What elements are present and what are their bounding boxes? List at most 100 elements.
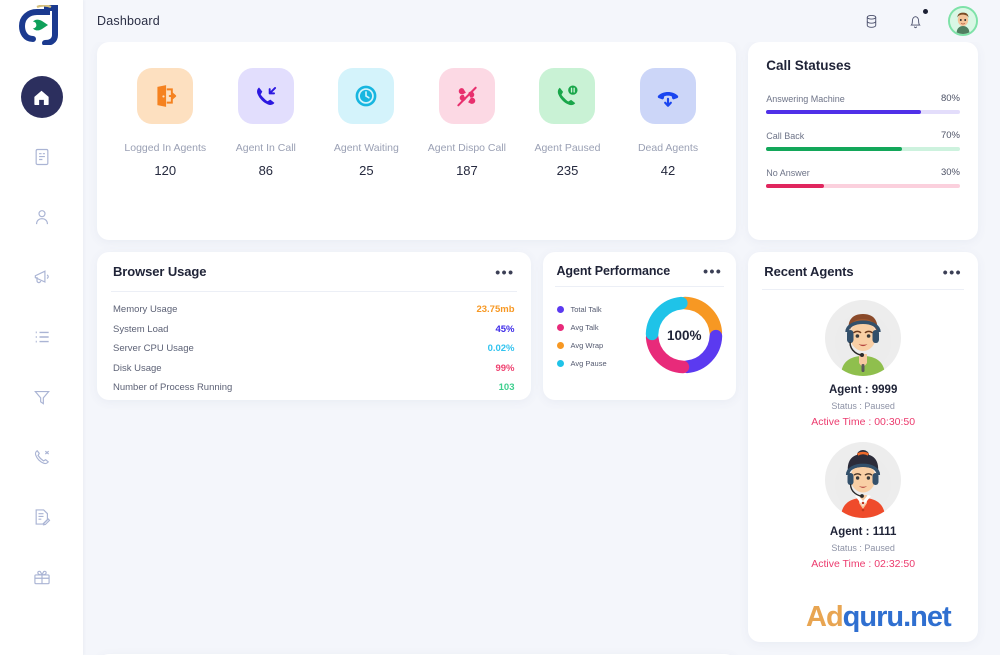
sidebar — [0, 0, 83, 655]
app-logo[interactable] — [15, 4, 69, 46]
performance-legend: Total Talk Avg Talk Avg Wrap Avg Pause — [556, 303, 607, 368]
legend-dot — [556, 341, 564, 349]
usage-label: Disk Usage — [113, 362, 162, 374]
stat-label: Logged In Agents — [124, 142, 207, 154]
usage-value: 99% — [495, 362, 515, 374]
stat-agent-waiting[interactable]: Agent Waiting 25 — [316, 68, 417, 240]
list-icon — [35, 331, 49, 343]
sidebar-item-filters[interactable] — [21, 376, 63, 418]
building-report-icon — [35, 148, 48, 166]
sidebar-item-scripts[interactable] — [21, 496, 63, 538]
usage-row: Disk Usage 99% — [113, 359, 515, 379]
funnel-icon — [33, 391, 50, 405]
usage-row: Number of Process Running 103 — [113, 378, 515, 398]
progress-fill — [766, 110, 922, 114]
database-icon[interactable] — [860, 10, 882, 32]
megaphone-icon — [34, 270, 49, 284]
home-icon — [34, 90, 49, 105]
sidebar-item-rewards[interactable] — [21, 556, 63, 598]
logout-door-icon — [157, 85, 177, 107]
usage-value: 45% — [495, 323, 515, 335]
progress-fill — [766, 147, 902, 151]
legend-item-total-talk: Total Talk — [556, 304, 607, 314]
agent-performance-title: Agent Performance — [556, 264, 671, 278]
stat-dead-agents[interactable]: Dead Agents 42 — [618, 68, 719, 240]
stat-icon-wrap — [539, 68, 596, 124]
call-missed-icon — [457, 86, 477, 107]
status-row-no-answer: No Answer 30% — [766, 167, 960, 188]
more-options-icon[interactable]: ••• — [703, 264, 722, 278]
legend-label: Avg Talk — [570, 322, 599, 332]
legend-item-avg-talk: Avg Talk — [556, 322, 607, 332]
donut-chart: 100% — [642, 293, 726, 377]
legend-label: Avg Pause — [570, 358, 607, 368]
stat-value: 120 — [154, 163, 177, 178]
stat-value: 86 — [258, 163, 274, 178]
stat-label: Agent Waiting — [333, 142, 399, 154]
browser-usage-card: Browser Usage ••• Memory Usage 23.75mb S… — [97, 252, 531, 400]
progress-track — [766, 110, 960, 114]
stat-icon-wrap — [438, 68, 495, 124]
stat-label: Agent Dispo Call — [427, 142, 507, 154]
legend-dot — [556, 305, 564, 313]
stat-value: 25 — [359, 163, 374, 178]
status-percent: 30% — [940, 167, 960, 178]
legend-item-avg-pause: Avg Pause — [556, 358, 607, 368]
status-label: Answering Machine — [766, 93, 845, 104]
row-top: Logged In Agents 120 Agent In Call 86 Ag… — [97, 42, 978, 240]
stat-icon-wrap — [338, 68, 395, 124]
usage-value: 103 — [498, 382, 515, 394]
status-row-answering-machine: Answering Machine 80% — [766, 93, 960, 114]
usage-label: System Load — [113, 323, 169, 335]
more-options-icon[interactable]: ••• — [943, 265, 962, 279]
stat-agent-paused[interactable]: Agent Paused 235 — [517, 68, 618, 240]
call-statuses-title: Call Statuses — [766, 58, 852, 73]
stat-icon-wrap — [137, 68, 194, 124]
main-area: Dashboard Logged In Agents 120 Agent In … — [83, 0, 1000, 655]
stat-label: Agent Paused — [534, 142, 601, 154]
more-options-icon[interactable]: ••• — [495, 265, 514, 279]
agent-status: Status : Paused — [831, 401, 895, 411]
sidebar-item-users[interactable] — [21, 196, 63, 238]
stat-label: Dead Agents — [637, 142, 699, 154]
sidebar-item-reports[interactable] — [21, 136, 63, 178]
agent-active-time: Active Time : 02:32:50 — [811, 558, 916, 570]
topbar: Dashboard — [83, 0, 1000, 42]
browser-usage-list: Memory Usage 23.75mb System Load 45% Ser… — [97, 292, 531, 398]
bell-icon[interactable] — [904, 9, 928, 32]
stat-logged-in-agents[interactable]: Logged In Agents 120 — [115, 68, 216, 240]
progress-track — [766, 184, 960, 188]
status-row-call-back: Call Back 70% — [766, 130, 960, 151]
topbar-actions — [860, 6, 978, 36]
status-label: Call Back — [766, 130, 805, 141]
page-title: Dashboard — [97, 14, 160, 28]
agent-name: Agent : 9999 — [828, 384, 898, 396]
sidebar-item-campaigns[interactable] — [21, 256, 63, 298]
avatar[interactable] — [948, 6, 978, 36]
status-percent: 80% — [940, 93, 960, 104]
stat-agent-in-call[interactable]: Agent In Call 86 — [216, 68, 317, 240]
stat-icon-wrap — [640, 68, 696, 124]
sidebar-item-lists[interactable] — [21, 316, 63, 358]
call-pause-icon — [558, 85, 578, 106]
notification-dot — [923, 9, 928, 14]
usage-label: Memory Usage — [113, 304, 178, 316]
call-statuses-card: Call Statuses Answering Machine 80% Call… — [748, 42, 978, 240]
gift-icon — [33, 570, 50, 585]
usage-label: Number of Process Running — [113, 382, 233, 394]
agent-card-2[interactable]: Agent : 1111 Status : Paused Active Time… — [748, 428, 978, 570]
status-label: No Answer — [766, 167, 810, 178]
agent-card-1[interactable]: Agent : 9999 Status : Paused Active Time… — [748, 290, 978, 428]
usage-label: Server CPU Usage — [113, 343, 194, 355]
sidebar-item-home[interactable] — [20, 76, 63, 118]
stat-agent-dispo-call[interactable]: Agent Dispo Call 187 — [417, 68, 518, 240]
dashboard-app: Dashboard Logged In Agents 120 Agent In … — [0, 0, 1000, 655]
legend-item-avg-wrap: Avg Wrap — [556, 341, 607, 350]
legend-label: Total Talk — [570, 304, 602, 314]
agent-name: Agent : 1111 — [829, 526, 897, 538]
recent-agents-card: Recent Agents ••• Agent: 9999 Status: … — [748, 252, 979, 642]
progress-track — [766, 147, 960, 151]
sidebar-item-calls[interactable] — [21, 436, 63, 478]
recent-agents-title: Recent Agents — [764, 264, 854, 279]
agent-status: Status : Paused — [831, 543, 895, 553]
